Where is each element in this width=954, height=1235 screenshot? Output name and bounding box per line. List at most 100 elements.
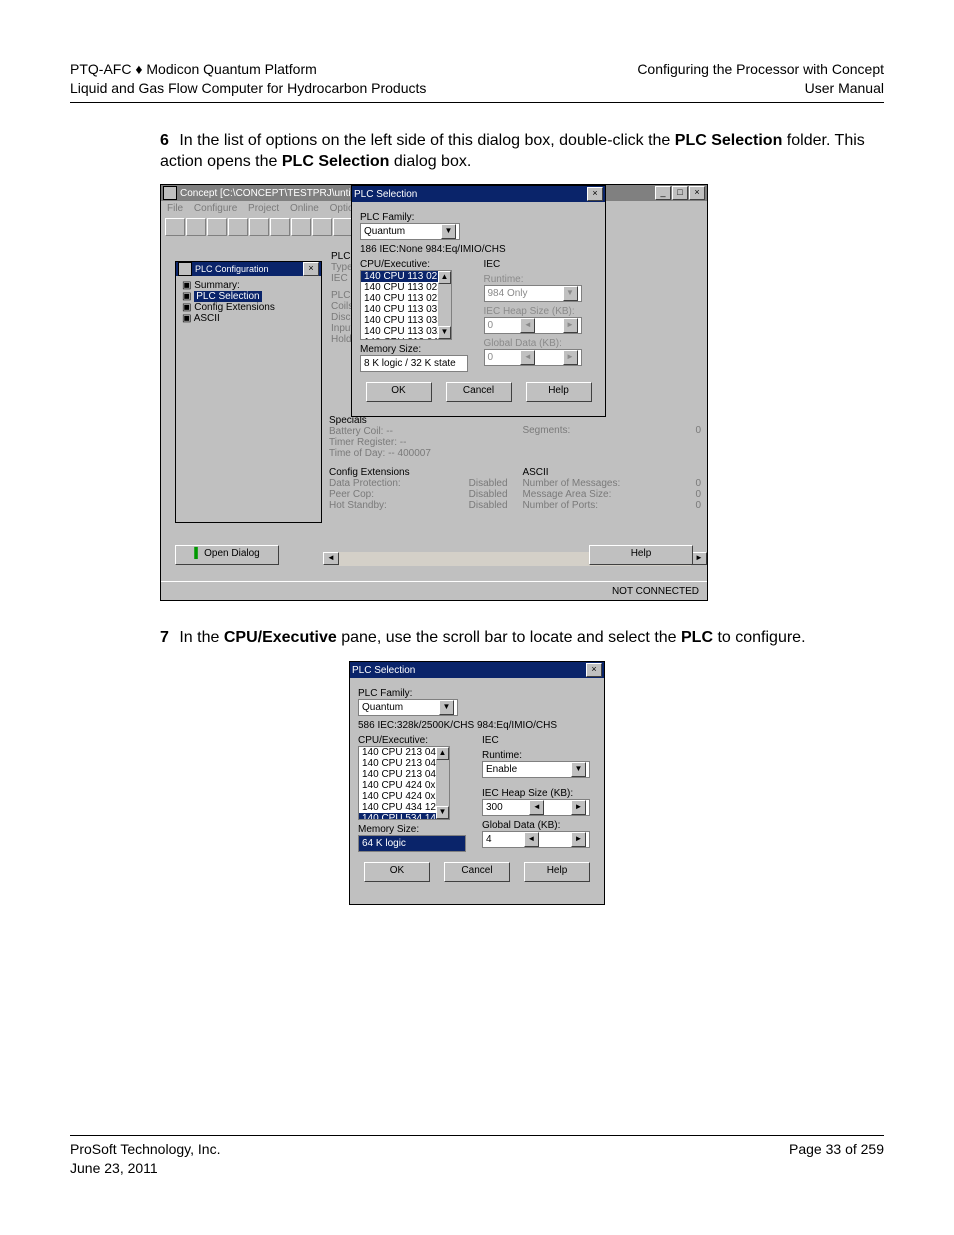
memory-size-select[interactable]: 8 K logic / 32 K state <box>360 355 468 372</box>
chevron-down-icon[interactable]: ▼ <box>571 762 586 777</box>
scroll-left-icon: ◄ <box>520 318 535 333</box>
menu-project[interactable]: Project <box>248 203 279 214</box>
close-icon[interactable]: × <box>303 262 319 276</box>
help-button[interactable]: Help <box>526 382 592 402</box>
scroll-right-icon[interactable]: ► <box>691 552 707 565</box>
global-input: 0 ◄► <box>484 349 582 366</box>
footer-company: ProSoft Technology, Inc. <box>70 1140 220 1159</box>
memory-size-select[interactable]: 64 K logic <box>358 835 466 852</box>
plc-configuration-window: PLC Configuration × ▣ Summary: ▣ PLC Sel… <box>175 261 322 523</box>
footer-date: June 23, 2011 <box>70 1159 220 1178</box>
toolbar-button[interactable] <box>291 218 311 236</box>
close-icon[interactable]: × <box>587 187 603 201</box>
app-icon <box>163 186 177 200</box>
global-label: Global Data (KB): <box>482 820 596 831</box>
step-6: 6 In the list of options on the left sid… <box>160 131 884 173</box>
header-rule <box>70 102 884 103</box>
info-line: 586 IEC:328k/2500K/CHS 984:Eq/IMIO/CHS <box>358 720 596 731</box>
maximize-button[interactable]: □ <box>672 186 688 200</box>
tree-icon <box>178 262 192 276</box>
scroll-right-icon: ► <box>563 350 578 365</box>
minimize-button[interactable]: _ <box>655 186 671 200</box>
header-left-1: PTQ-AFC ♦ Modicon Quantum Platform <box>70 60 426 79</box>
heap-input: 0 ◄► <box>484 317 582 334</box>
toolbar-button[interactable] <box>312 218 332 236</box>
menu-online[interactable]: Online <box>290 203 319 214</box>
toolbar-button[interactable] <box>249 218 269 236</box>
status-bar: NOT CONNECTED <box>161 581 707 600</box>
help-button[interactable]: Help <box>524 862 590 882</box>
plc-family-label: PLC Family: <box>358 688 596 699</box>
tree-item-plc-selection[interactable]: ▣ PLC Selection <box>182 291 315 302</box>
cpu-executive-listbox[interactable]: 140 CPU 113 02 140 CPU 113 02S 140 CPU 1… <box>360 270 452 340</box>
heap-label: IEC Heap Size (KB): <box>484 306 598 317</box>
scroll-up-icon[interactable]: ▲ <box>436 747 449 760</box>
chevron-down-icon: ▼ <box>563 286 578 301</box>
info-line: 186 IEC:None 984:Eq/IMIO/CHS <box>360 244 597 255</box>
toolbar-button[interactable] <box>228 218 248 236</box>
heap-input[interactable]: 300 ◄► <box>482 799 590 816</box>
cancel-button[interactable]: Cancel <box>446 382 512 402</box>
tree-item-ascii[interactable]: ▣ ASCII <box>182 313 315 324</box>
status-text: NOT CONNECTED <box>612 586 699 597</box>
header-right-2: User Manual <box>637 79 884 98</box>
tree-item-config-extensions[interactable]: ▣ Config Extensions <box>182 302 315 313</box>
ok-button[interactable]: OK <box>366 382 432 402</box>
scroll-left-icon[interactable]: ◄ <box>529 800 544 815</box>
scroll-left-icon: ◄ <box>520 350 535 365</box>
menu-file[interactable]: File <box>167 203 183 214</box>
plc-family-select[interactable]: Quantum▼ <box>360 223 460 240</box>
tree-item-summary[interactable]: ▣ Summary: <box>182 280 315 291</box>
chevron-down-icon[interactable]: ▼ <box>439 700 454 715</box>
outer-title: Concept [C:\CONCEPT\TESTPRJ\untitled] <box>180 188 370 199</box>
memory-size-label: Memory Size: <box>360 344 474 355</box>
cpu-executive-listbox[interactable]: 140 CPU 213 04 140 CPU 213 04S 140 CPU 2… <box>358 746 450 820</box>
list-scrollbar[interactable]: ▲ ▼ <box>436 747 449 819</box>
screenshot-concept-plc-selection: Concept [C:\CONCEPT\TESTPRJ\untitled] _ … <box>160 184 708 601</box>
scroll-right-icon[interactable]: ► <box>571 800 586 815</box>
global-input[interactable]: 4 ◄► <box>482 831 590 848</box>
step-7-number: 7 <box>160 629 169 646</box>
toolbar-button[interactable] <box>186 218 206 236</box>
step-6-number: 6 <box>160 132 169 149</box>
help-button[interactable]: Help <box>589 545 693 565</box>
toolbar-button[interactable] <box>333 218 353 236</box>
dialog-title: PLC Selection <box>354 189 417 200</box>
heap-label: IEC Heap Size (KB): <box>482 788 596 799</box>
chevron-down-icon[interactable]: ▼ <box>441 224 456 239</box>
tree-title: PLC Configuration <box>195 264 269 274</box>
open-dialog-button[interactable]: ▌ Open Dialog <box>175 545 279 565</box>
runtime-label: Runtime: <box>482 750 596 761</box>
scroll-down-icon[interactable]: ▼ <box>438 326 451 339</box>
menu-configure[interactable]: Configure <box>194 203 237 214</box>
header-left-2: Liquid and Gas Flow Computer for Hydroca… <box>70 79 426 98</box>
memory-size-label: Memory Size: <box>358 824 472 835</box>
toolbar-button[interactable] <box>270 218 290 236</box>
iec-group-label: IEC <box>482 735 596 746</box>
scroll-up-icon[interactable]: ▲ <box>438 271 451 284</box>
plc-selection-dialog: PLC Selection × PLC Family: Quantum▼ 186… <box>351 185 606 417</box>
dialog-title: PLC Selection <box>352 665 415 676</box>
scroll-down-icon[interactable]: ▼ <box>436 806 449 819</box>
close-button[interactable]: × <box>689 186 705 200</box>
screenshot-plc-selection-2: PLC Selection × PLC Family: Quantum▼ 586… <box>349 661 605 905</box>
toolbar-button[interactable] <box>165 218 185 236</box>
scroll-right-icon: ► <box>563 318 578 333</box>
scroll-left-icon[interactable]: ◄ <box>524 832 539 847</box>
runtime-select: 984 Only▼ <box>484 285 582 302</box>
close-icon[interactable]: × <box>586 663 602 677</box>
step-7: 7 In the CPU/Executive pane, use the scr… <box>160 628 884 649</box>
plc-family-select[interactable]: Quantum▼ <box>358 699 458 716</box>
cpu-executive-label: CPU/Executive: <box>360 259 474 270</box>
running-footer: ProSoft Technology, Inc. June 23, 2011 P… <box>70 1140 884 1178</box>
list-scrollbar[interactable]: ▲ ▼ <box>438 271 451 339</box>
cancel-button[interactable]: Cancel <box>444 862 510 882</box>
toolbar-button[interactable] <box>207 218 227 236</box>
running-header: PTQ-AFC ♦ Modicon Quantum Platform Liqui… <box>70 60 884 98</box>
scroll-right-icon[interactable]: ► <box>571 832 586 847</box>
ok-button[interactable]: OK <box>364 862 430 882</box>
runtime-label: Runtime: <box>484 274 598 285</box>
plc-family-label: PLC Family: <box>360 212 597 223</box>
runtime-select[interactable]: Enable▼ <box>482 761 590 778</box>
iec-group-label: IEC <box>484 259 598 270</box>
